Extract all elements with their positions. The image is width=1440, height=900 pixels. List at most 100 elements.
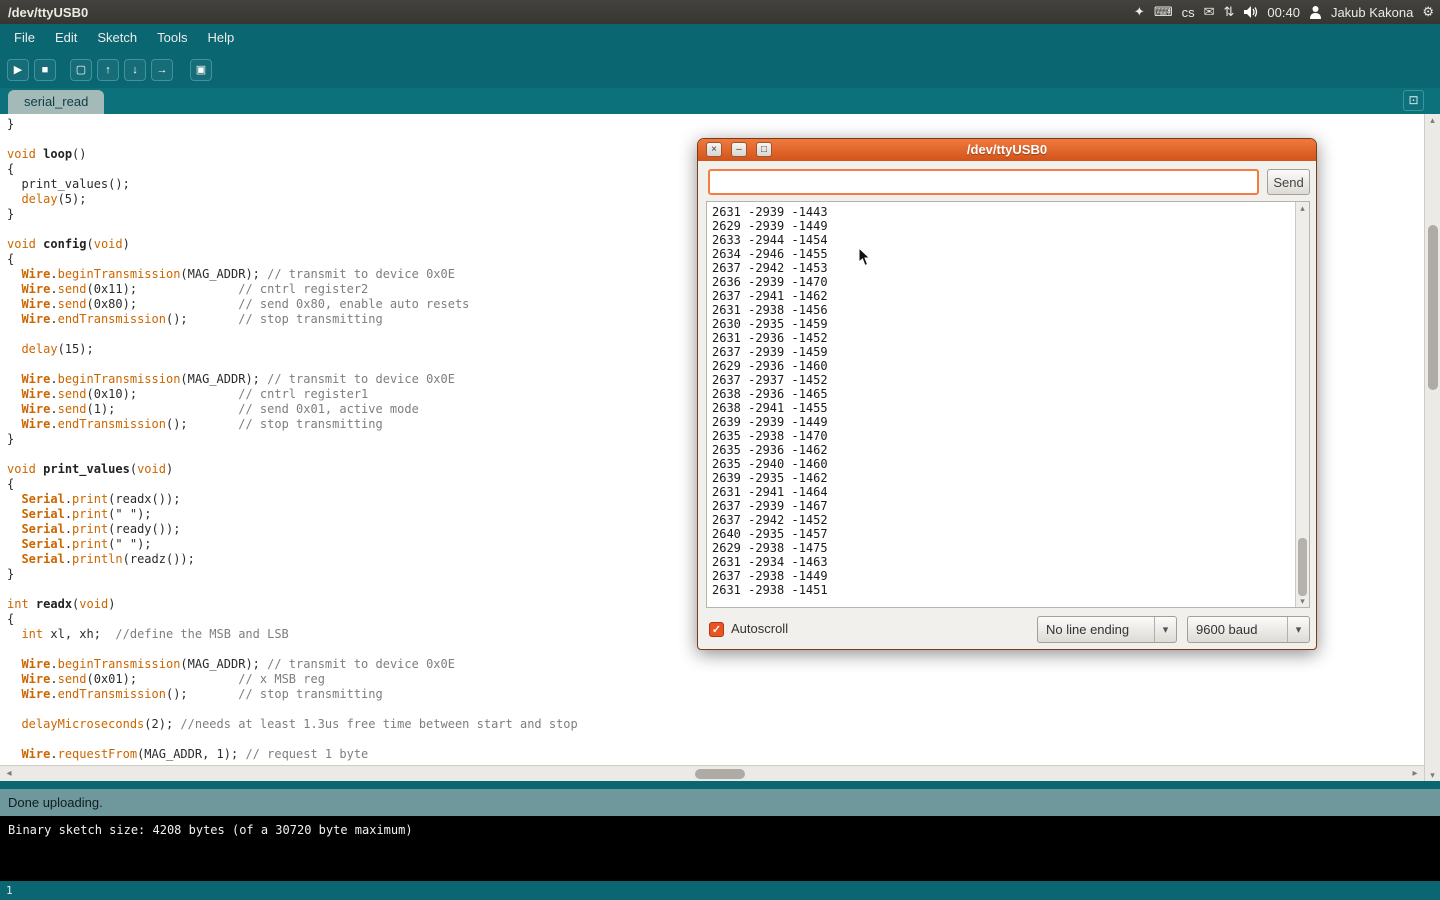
status-indicator-icon[interactable]: ✦ [1134,0,1145,24]
serial-output[interactable]: 2631 -2939 -14432629 -2939 -14492633 -29… [706,201,1310,608]
gear-icon[interactable]: ⚙ [1422,0,1434,24]
panel-indicators: ✦ ⌨ cs ✉ ⇅ 00:40 Jakub Kakona ⚙ [1134,0,1434,24]
status-message: Done uploading. [8,795,103,810]
menu-file[interactable]: File [4,24,45,51]
editor-vertical-scrollbar[interactable]: ▴ ▾ [1424,114,1440,781]
scroll-up-icon[interactable]: ▴ [1425,115,1440,125]
serial-line: 2639 -2935 -1462 [712,471,1309,485]
code-line: Wire.requestFrom(MAG_ADDR, 1); // reques… [7,747,1424,762]
maximize-button[interactable]: □ [756,142,772,157]
minimize-button[interactable]: – [731,142,747,157]
serial-line: 2637 -2941 -1462 [712,289,1309,303]
serial-line: 2629 -2939 -1449 [712,219,1309,233]
editor-vertical-scroll-thumb[interactable] [1428,225,1438,390]
serial-input[interactable] [708,169,1259,195]
serial-line: 2629 -2936 -1460 [712,359,1309,373]
serial-line: 2634 -2946 -1455 [712,247,1309,261]
code-line [7,732,1424,747]
new-sketch-button[interactable]: ▢ [70,59,92,81]
serial-line: 2631 -2934 -1463 [712,555,1309,569]
serial-line: 2637 -2937 -1452 [712,373,1309,387]
code-line [7,702,1424,717]
mouse-cursor [858,247,872,267]
divider [0,781,1440,789]
tab-menu-button[interactable]: ⊡ [1403,90,1424,111]
line-ending-value: No line ending [1038,622,1154,637]
serial-line: 2637 -2938 -1449 [712,569,1309,583]
serial-line: 2635 -2940 -1460 [712,457,1309,471]
menu-tools[interactable]: Tools [147,24,197,51]
console-text: Binary sketch size: 4208 bytes (of a 307… [0,816,1440,837]
serial-line: 2631 -2939 -1443 [712,205,1309,219]
line-indicator: 1 [0,881,1440,900]
line-number: 1 [6,884,13,897]
scroll-up-icon[interactable]: ▴ [1296,203,1309,213]
menu-edit[interactable]: Edit [45,24,87,51]
code-line: } [7,117,1424,132]
serial-line: 2629 -2938 -1475 [712,541,1309,555]
chevron-down-icon[interactable]: ▾ [1154,617,1176,642]
serial-line: 2631 -2938 -1456 [712,303,1309,317]
user-icon[interactable] [1309,5,1322,19]
send-button[interactable]: Send [1267,169,1310,195]
network-arrows-icon[interactable]: ⇅ [1223,0,1234,24]
window-controls: × – □ [706,142,772,157]
serial-line: 2635 -2938 -1470 [712,429,1309,443]
serial-output-scrollbar[interactable]: ▴ ▾ [1295,202,1309,607]
editor-horizontal-scrollbar[interactable]: ◂ ▸ [0,765,1424,781]
serial-line: 2635 -2936 -1462 [712,443,1309,457]
line-ending-select[interactable]: No line ending ▾ [1037,616,1177,643]
autoscroll-checkbox[interactable]: ✓ [709,622,724,637]
baud-select[interactable]: 9600 baud ▾ [1187,616,1310,643]
menu-sketch[interactable]: Sketch [87,24,147,51]
tab-serial-read[interactable]: serial_read [8,90,104,114]
scroll-left-icon[interactable]: ◂ [2,766,16,781]
serial-monitor-window: × – □ /dev/ttyUSB0 Send 2631 -2939 -1443… [697,138,1317,650]
menu-help[interactable]: Help [197,24,244,51]
save-button[interactable]: ↓ [124,59,146,81]
clock[interactable]: 00:40 [1267,5,1300,20]
mail-icon[interactable]: ✉ [1204,0,1215,24]
upload-button[interactable]: → [151,59,173,81]
serial-line: 2631 -2938 -1451 [712,583,1309,597]
volume-icon[interactable] [1243,5,1258,19]
serial-line: 2637 -2942 -1453 [712,261,1309,275]
user-name[interactable]: Jakub Kakona [1331,5,1413,20]
menu-bar: FileEditSketchToolsHelp [0,24,1440,51]
serial-line: 2637 -2939 -1467 [712,499,1309,513]
serial-lines: 2631 -2939 -14432629 -2939 -14492633 -29… [707,202,1309,597]
code-line: delayMicroseconds(2); //needs at least 1… [7,717,1424,732]
open-button[interactable]: ↑ [97,59,119,81]
baud-value: 9600 baud [1188,622,1287,637]
serial-output-scroll-thumb[interactable] [1298,538,1307,596]
keyboard-icon[interactable]: ⌨ [1154,0,1173,24]
serial-line: 2638 -2941 -1455 [712,401,1309,415]
serial-line: 2637 -2942 -1452 [712,513,1309,527]
chevron-down-icon[interactable]: ▾ [1287,617,1309,642]
serial-line: 2631 -2936 -1452 [712,331,1309,345]
verify-button[interactable]: ▶ [7,59,29,81]
scroll-right-icon[interactable]: ▸ [1408,766,1422,781]
close-button[interactable]: × [706,142,722,157]
toolbar: ▶■ ▢↑↓→ ▣ [0,51,1440,88]
code-line: Wire.beginTransmission(MAG_ADDR); // tra… [7,657,1424,672]
scroll-down-icon[interactable]: ▾ [1425,770,1440,780]
code-line: Wire.send(0x01); // x MSB reg [7,672,1424,687]
serial-line: 2633 -2944 -1454 [712,233,1309,247]
console: Binary sketch size: 4208 bytes (of a 307… [0,816,1440,881]
stop-button[interactable]: ■ [34,59,56,81]
serial-line: 2638 -2936 -1465 [712,387,1309,401]
autoscroll-label: Autoscroll [731,621,788,636]
scroll-down-icon[interactable]: ▾ [1296,596,1309,606]
serial-line: 2630 -2935 -1459 [712,317,1309,331]
serial-monitor-button[interactable]: ▣ [190,59,212,81]
panel-window-title: /dev/ttyUSB0 [0,5,88,20]
editor-horizontal-scroll-thumb[interactable] [695,769,745,779]
serial-line: 2637 -2939 -1459 [712,345,1309,359]
serial-monitor-title: /dev/ttyUSB0 [698,139,1316,161]
serial-line: 2640 -2935 -1457 [712,527,1309,541]
top-panel: /dev/ttyUSB0 ✦ ⌨ cs ✉ ⇅ 00:40 Jakub Kako… [0,0,1440,24]
serial-line: 2639 -2939 -1449 [712,415,1309,429]
serial-monitor-titlebar[interactable]: × – □ /dev/ttyUSB0 [698,139,1316,161]
keyboard-layout-label[interactable]: cs [1182,5,1195,20]
